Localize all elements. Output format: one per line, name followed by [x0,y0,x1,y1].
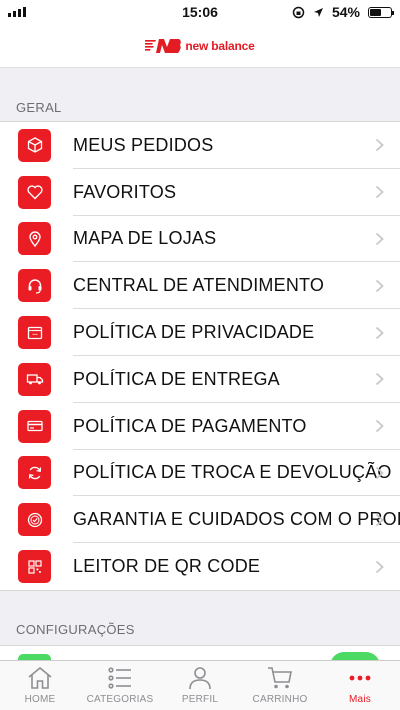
battery-percent: 54% [331,4,360,20]
brand-name: new balance [185,38,255,53]
menu-item-label: POLÍTICA DE PRIVACIDADE [73,322,315,343]
nb-logo-icon [145,38,182,53]
section-header-configuracoes: CONFIGURAÇÕES [16,622,135,637]
tab-carrinho[interactable]: CARRINHO [240,661,320,710]
tab-home[interactable]: HOME [0,661,80,710]
menu-item-garantia-e-cuidados[interactable]: GARANTIA E CUIDADOS COM O PRODUTO [0,496,400,544]
menu-item-leitor-de-qr-code[interactable]: LEITOR DE QR CODE [0,543,400,590]
chevron-right-icon [375,326,384,339]
menu-item-label: MEUS PEDIDOS [73,134,214,155]
menu-item-politica-de-entrega[interactable]: POLÍTICA DE ENTREGA [0,356,400,403]
menu-item-label: POLÍTICA DE TROCA E DEVOLUÇÃO [73,462,392,483]
chevron-right-icon [375,513,384,526]
heart-icon [18,175,51,209]
tab-label: Mais [349,694,371,705]
brand-logo: new balance [145,37,255,55]
chevron-right-icon [375,139,384,152]
menu-item-politica-de-privacidade[interactable]: *** POLÍTICA DE PRIVACIDADE [0,309,400,356]
tab-label: CATEGORIAS [86,694,154,705]
tab-categorias[interactable]: CATEGORIAS [80,661,160,710]
chevron-right-icon [375,373,384,386]
tab-perfil[interactable]: PERFIL [160,661,240,710]
headset-icon [18,269,51,303]
chevron-right-icon [375,560,384,573]
tab-bar: HOME CATEGORIAS PERFIL CARRINHO Mais [0,660,400,710]
truck-icon [18,362,51,396]
qr-code-icon [18,550,51,584]
menu-item-politica-de-troca-e-devolucao[interactable]: POLÍTICA DE TROCA E DEVOLUÇÃO [0,450,400,497]
privacy-icon: *** [18,316,51,350]
chevron-right-icon [375,186,384,199]
location-pin-icon [18,222,51,256]
home-icon [28,666,52,689]
menu-item-label: MAPA DE LOJAS [73,228,217,249]
profile-icon [189,667,211,690]
chevron-right-icon [375,279,384,292]
menu-item-mapa-de-lojas[interactable]: MAPA DE LOJAS [0,216,400,263]
chevron-right-icon [375,232,384,246]
menu-item-label: LEITOR DE QR CODE [73,556,261,577]
app-header: new balance [0,24,400,68]
location-arrow-icon [313,7,323,17]
list-icon [108,667,131,689]
menu-item-meus-pedidos[interactable]: MEUS PEDIDOS [0,122,400,169]
chevron-right-icon [375,466,384,480]
box-icon [18,128,51,162]
tab-label: PERFIL [181,694,219,705]
menu-list: MEUS PEDIDOS FAVORITOS MAPA DE LOJAS CEN… [0,121,400,591]
chevron-right-icon [375,420,384,433]
tab-mais[interactable]: Mais [320,661,400,710]
orientation-lock-icon [292,6,305,18]
section-header-geral: GERAL [16,100,62,115]
battery-icon [368,6,394,18]
tab-label: CARRINHO [252,694,308,705]
more-icon [349,675,371,681]
menu-item-central-de-atendimento[interactable]: CENTRAL DE ATENDIMENTO [0,262,400,310]
warranty-badge-icon [18,503,51,537]
menu-item-label: CENTRAL DE ATENDIMENTO [73,275,325,296]
menu-item-label: FAVORITOS [73,181,177,202]
svg-text:***: *** [32,332,38,337]
refresh-icon [18,456,51,490]
menu-item-politica-de-pagamento[interactable]: POLÍTICA DE PAGAMENTO [0,403,400,450]
menu-item-favoritos[interactable]: FAVORITOS [0,169,400,216]
tab-label: HOME [24,694,56,705]
menu-item-label: POLÍTICA DE ENTREGA [73,368,280,389]
credit-card-icon [18,409,51,443]
status-bar: 15:06 54% [0,0,400,24]
menu-item-label: POLÍTICA DE PAGAMENTO [73,415,307,436]
cart-icon [268,667,292,689]
menu-item-label: GARANTIA E CUIDADOS COM O PRODUTO [73,509,400,530]
